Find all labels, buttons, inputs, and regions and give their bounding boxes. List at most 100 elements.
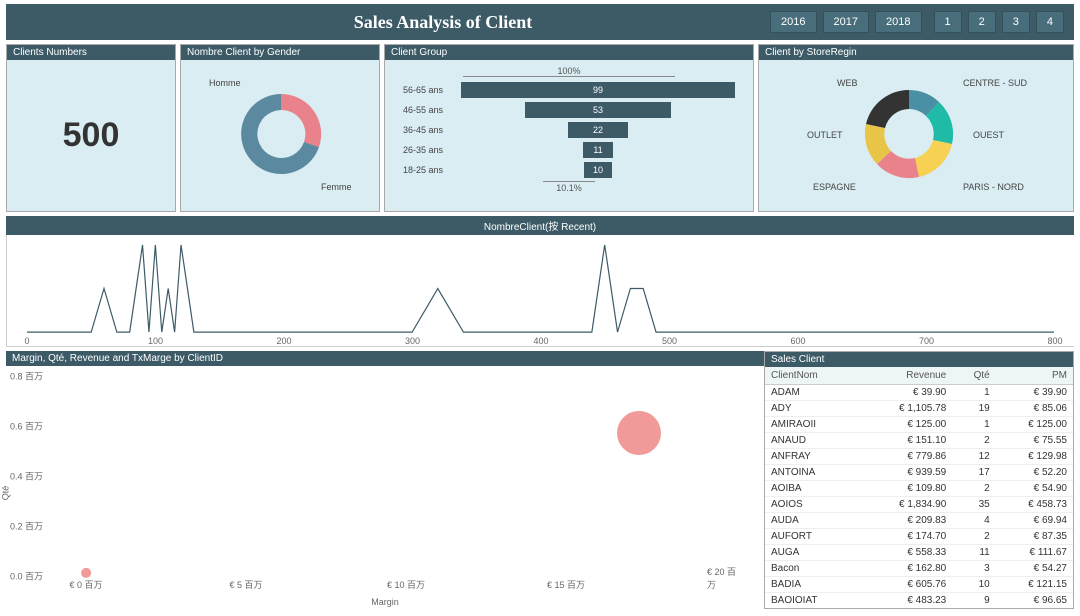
funnel-label: 56-65 ans <box>403 85 461 95</box>
scatter-x-tick: € 5 百万 <box>229 578 262 591</box>
card-client-group[interactable]: Client Group 100% 56-65 ans9946-55 ans53… <box>384 44 754 212</box>
funnel-row: 46-55 ans53 <box>403 101 735 119</box>
funnel-bar[interactable]: 11 <box>583 142 613 158</box>
table-cell: € 151.10 <box>854 433 952 449</box>
funnel-bar[interactable]: 99 <box>461 82 735 98</box>
table-cell: BADIA <box>765 577 854 593</box>
table-header[interactable]: PM <box>996 367 1073 385</box>
table-row[interactable]: AMIRAOII€ 125.001€ 125.00 <box>765 417 1073 433</box>
funnel-row: 36-45 ans22 <box>403 121 735 139</box>
table-row[interactable]: AOIOS€ 1,834.9035€ 458.73 <box>765 497 1073 513</box>
table-cell: € 96.65 <box>996 593 1073 609</box>
funnel-bar[interactable]: 10 <box>584 162 612 178</box>
funnel-bottom-pct: 10.1% <box>543 181 595 193</box>
table-cell: 9 <box>952 593 995 609</box>
table-header[interactable]: ClientNom <box>765 367 854 385</box>
table-cell: € 85.06 <box>996 401 1073 417</box>
table-cell: 35 <box>952 497 995 513</box>
table-row[interactable]: AUFORT€ 174.702€ 87.35 <box>765 529 1073 545</box>
table-row[interactable]: ANFRAY€ 779.8612€ 129.98 <box>765 449 1073 465</box>
table-row[interactable]: ANTOINA€ 939.5917€ 52.20 <box>765 465 1073 481</box>
table-cell: 10 <box>952 577 995 593</box>
sales-title: Sales Client <box>765 352 1073 367</box>
funnel-row: 26-35 ans 11 <box>403 141 735 159</box>
table-cell: 17 <box>952 465 995 481</box>
table-cell: 2 <box>952 529 995 545</box>
scatter-title: Margin, Qté, Revenue and TxMarge by Clie… <box>6 351 764 366</box>
table-cell: € 129.98 <box>996 449 1073 465</box>
sales-client-panel[interactable]: Sales Client ClientNomRevenueQtéPM ADAM€… <box>764 351 1074 609</box>
table-cell: 2 <box>952 433 995 449</box>
table-cell: 19 <box>952 401 995 417</box>
scatter-x-tick: € 10 百万 <box>387 578 425 591</box>
scatter-panel[interactable]: Margin, Qté, Revenue and TxMarge by Clie… <box>6 351 764 609</box>
funnel-bar[interactable]: 53 <box>525 102 672 118</box>
table-cell: € 162.80 <box>854 561 952 577</box>
table-row[interactable]: AOIBA€ 109.802€ 54.90 <box>765 481 1073 497</box>
year-slicer: 2016 2017 2018 <box>770 11 921 33</box>
card-store-region[interactable]: Client by StoreRegin WEB CENTRE - SUD OU… <box>758 44 1074 212</box>
card-clients-numbers[interactable]: Clients Numbers 500 <box>6 44 176 212</box>
funnel-row: 56-65 ans99 <box>403 81 735 99</box>
table-row[interactable]: BAOIOIAT€ 483.239€ 96.65 <box>765 593 1073 609</box>
funnel-bar[interactable]: 22 <box>568 122 629 138</box>
page-button-1[interactable]: 1 <box>934 11 962 33</box>
page-button-3[interactable]: 3 <box>1002 11 1030 33</box>
table-row[interactable]: AUDA€ 209.834€ 69.94 <box>765 513 1073 529</box>
table-cell: 4 <box>952 513 995 529</box>
region-label-outlet: OUTLET <box>807 130 843 140</box>
table-cell: 2 <box>952 481 995 497</box>
table-cell: ADY <box>765 401 854 417</box>
clients-number-value: 500 <box>7 60 175 211</box>
gender-label-femme: Femme <box>321 182 352 192</box>
table-cell: € 52.20 <box>996 465 1073 481</box>
card-gender[interactable]: Nombre Client by Gender Homme Femme <box>180 44 380 212</box>
page-button-2[interactable]: 2 <box>968 11 996 33</box>
scatter-y-tick: 0.0 百万 <box>10 570 43 583</box>
table-row[interactable]: ADY€ 1,105.7819€ 85.06 <box>765 401 1073 417</box>
table-cell: ANFRAY <box>765 449 854 465</box>
scatter-y-tick: 0.2 百万 <box>10 520 43 533</box>
table-row[interactable]: Bacon€ 162.803€ 54.27 <box>765 561 1073 577</box>
year-button-2016[interactable]: 2016 <box>770 11 816 33</box>
table-cell: 11 <box>952 545 995 561</box>
scatter-bubble[interactable] <box>81 568 91 578</box>
x-tick: 600 <box>790 336 805 346</box>
table-row[interactable]: AUGA€ 558.3311€ 111.67 <box>765 545 1073 561</box>
table-cell: € 558.33 <box>854 545 952 561</box>
gender-label-homme: Homme <box>209 78 241 88</box>
year-button-2018[interactable]: 2018 <box>875 11 921 33</box>
region-label-paris: PARIS - NORD <box>963 182 1024 192</box>
table-header[interactable]: Revenue <box>854 367 952 385</box>
table-row[interactable]: BADIA€ 605.7610€ 121.15 <box>765 577 1073 593</box>
table-cell: ANAUD <box>765 433 854 449</box>
table-row[interactable]: ANAUD€ 151.102€ 75.55 <box>765 433 1073 449</box>
scatter-x-tick: € 15 百万 <box>547 578 585 591</box>
table-cell: € 109.80 <box>854 481 952 497</box>
line-chart-svg <box>7 235 1074 346</box>
table-cell: € 54.27 <box>996 561 1073 577</box>
x-tick: 100 <box>148 336 163 346</box>
table-header[interactable]: Qté <box>952 367 995 385</box>
table-row[interactable]: ADAM€ 39.901€ 39.90 <box>765 385 1073 401</box>
table-cell: € 39.90 <box>854 385 952 401</box>
table-cell: € 1,834.90 <box>854 497 952 513</box>
table-cell: 1 <box>952 385 995 401</box>
x-tick: 300 <box>405 336 420 346</box>
x-tick: 400 <box>533 336 548 346</box>
card-title: Nombre Client by Gender <box>181 45 379 60</box>
table-cell: € 125.00 <box>854 417 952 433</box>
year-button-2017[interactable]: 2017 <box>823 11 869 33</box>
page-button-4[interactable]: 4 <box>1036 11 1064 33</box>
page-title: Sales Analysis of Client <box>116 12 770 33</box>
table-cell: € 939.59 <box>854 465 952 481</box>
x-tick: 700 <box>919 336 934 346</box>
table-cell: 1 <box>952 417 995 433</box>
scatter-bubble[interactable] <box>617 411 661 455</box>
region-label-espagne: ESPAGNE <box>813 182 856 192</box>
mid-chart[interactable]: 123 0100200300400500600700800 <box>6 235 1074 347</box>
funnel-label: 18-25 ans <box>403 165 461 175</box>
funnel-label: 26-35 ans <box>403 145 461 155</box>
table-cell: Bacon <box>765 561 854 577</box>
table-cell: 3 <box>952 561 995 577</box>
